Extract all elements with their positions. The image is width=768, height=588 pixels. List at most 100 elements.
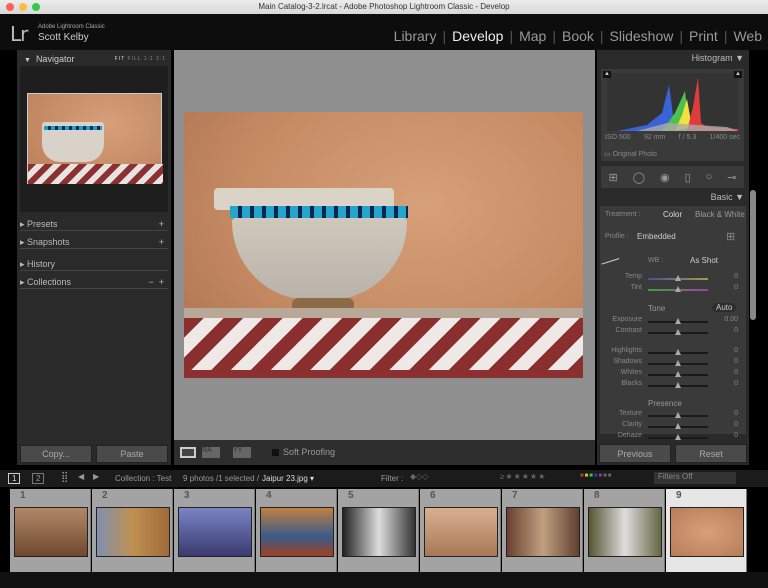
collection-add-remove-icon[interactable]: − + — [148, 275, 164, 289]
secondary-window-button[interactable]: 2 — [32, 473, 45, 484]
slider-handle[interactable] — [675, 349, 681, 355]
histogram-header[interactable]: Histogram ▼ — [596, 53, 744, 63]
thumbnail-image[interactable] — [96, 507, 170, 557]
before-after-icon[interactable]: RA — [202, 447, 220, 458]
thumbnail-image[interactable] — [342, 507, 416, 557]
filmstrip-scroll[interactable] — [0, 572, 768, 588]
navigator-preview[interactable] — [20, 66, 168, 212]
star-rating-filter[interactable]: ≥★★★★★ — [500, 472, 546, 481]
slider-track[interactable] — [648, 423, 708, 429]
thumbnail-image[interactable] — [14, 507, 88, 557]
slider-handle[interactable] — [675, 329, 681, 335]
module-print[interactable]: Print — [689, 28, 718, 44]
presets-section[interactable]: ▸ Presets + — [20, 217, 168, 231]
thumbnail-image[interactable] — [588, 507, 662, 557]
slider-value[interactable]: 0 — [708, 410, 738, 417]
close-button[interactable] — [6, 3, 14, 11]
filmstrip-cell[interactable]: 6 — [420, 489, 501, 572]
slider-value[interactable]: 0 — [708, 421, 738, 428]
crop-tool-icon[interactable]: ⊞ — [608, 171, 617, 184]
soft-proofing-checkbox[interactable] — [272, 449, 279, 456]
profile-dropdown[interactable]: Embedded — [637, 232, 676, 241]
basic-header[interactable]: Basic ▼ — [596, 192, 744, 202]
red-eye-icon[interactable]: ◉ — [660, 171, 670, 184]
thumbnail-image[interactable] — [506, 507, 580, 557]
zoom-fill[interactable]: FILL — [127, 56, 141, 62]
module-book[interactable]: Book — [562, 28, 594, 44]
minimize-button[interactable] — [19, 3, 27, 11]
slider-handle[interactable] — [675, 412, 681, 418]
module-web[interactable]: Web — [733, 28, 762, 44]
selected-filename[interactable]: Jaipur 23.jpg ▾ — [262, 474, 314, 483]
right-panel-scrollbar[interactable] — [750, 190, 756, 320]
module-develop[interactable]: Develop — [452, 28, 503, 44]
thumbnail-image[interactable] — [260, 507, 334, 557]
slider-value[interactable]: 0 — [708, 327, 738, 334]
treatment-color[interactable]: Color — [663, 210, 682, 219]
slider-whites[interactable]: Whites 0 — [600, 369, 742, 380]
spot-removal-icon[interactable]: ◯ — [633, 171, 645, 184]
zoom-button[interactable] — [32, 3, 40, 11]
collections-section[interactable]: ▸ Collections − + — [20, 275, 168, 289]
previous-button[interactable]: Previous — [599, 444, 671, 463]
auto-tone-button[interactable]: Auto — [712, 303, 737, 312]
filmstrip-cell[interactable]: 7 — [502, 489, 583, 572]
slider-handle[interactable] — [675, 360, 681, 366]
slider-value[interactable]: 0 — [708, 358, 738, 365]
back-arrow-icon[interactable]: ◀ — [78, 472, 84, 481]
slider-shadows[interactable]: Shadows 0 — [600, 358, 742, 369]
slider-track[interactable] — [648, 318, 708, 324]
slider-track[interactable] — [648, 412, 708, 418]
wb-dropdown[interactable]: As Shot — [690, 256, 718, 265]
snapshots-section[interactable]: ▸ Snapshots + — [20, 235, 168, 249]
add-snapshot-icon[interactable]: + — [159, 235, 164, 249]
navigator-header[interactable]: ▼ Navigator FIT FILL 1:1 3:1 — [18, 52, 170, 66]
history-section[interactable]: ▸ History — [20, 257, 168, 271]
filmstrip-cell[interactable]: 2 — [92, 489, 173, 572]
main-window-button[interactable]: 1 — [8, 473, 21, 484]
slider-handle[interactable] — [675, 318, 681, 324]
slider-blacks[interactable]: Blacks 0 — [600, 380, 742, 391]
slider-track[interactable] — [648, 349, 708, 355]
slider-highlights[interactable]: Highlights 0 — [600, 347, 742, 358]
slider-track[interactable] — [648, 329, 708, 335]
module-slideshow[interactable]: Slideshow — [610, 28, 674, 44]
slider-value[interactable]: 0 — [708, 369, 738, 376]
slider-value[interactable]: 0.00 — [708, 316, 738, 323]
slider-track[interactable] — [648, 434, 708, 440]
slider-value[interactable]: 0 — [708, 273, 738, 280]
slider-dehaze[interactable]: Dehaze 0 — [600, 432, 742, 443]
zoom-3-1[interactable]: 3:1 — [156, 56, 166, 62]
loupe-view-icon[interactable] — [180, 447, 196, 458]
module-library[interactable]: Library — [394, 28, 437, 44]
filmstrip-source[interactable]: Collection : Test — [115, 474, 171, 483]
treatment-black-white[interactable]: Black & White — [695, 210, 745, 219]
filmstrip-cell[interactable]: 8 — [584, 489, 665, 572]
original-photo-toggle[interactable]: ▭ Original Photo — [604, 150, 657, 158]
slider-clarity[interactable]: Clarity 0 — [600, 421, 742, 432]
highlight-clipping-icon[interactable]: ▲ — [734, 71, 742, 78]
thumbnail-image[interactable] — [670, 507, 744, 557]
before-after-split-icon[interactable]: YY — [233, 447, 251, 458]
slider-handle[interactable] — [675, 382, 681, 388]
color-label-filter[interactable]: ■■■■■■■ — [580, 473, 612, 479]
shadow-clipping-icon[interactable]: ▲ — [603, 71, 611, 78]
slider-handle[interactable] — [675, 434, 681, 440]
slider-track[interactable] — [648, 275, 708, 281]
filters-dropdown[interactable]: Filters Off — [654, 472, 736, 484]
filmstrip-cell[interactable]: 9 — [666, 489, 747, 572]
slider-handle[interactable] — [675, 423, 681, 429]
slider-value[interactable]: 0 — [708, 380, 738, 387]
slider-track[interactable] — [648, 360, 708, 366]
slider-value[interactable]: 0 — [708, 284, 738, 291]
slider-exposure[interactable]: Exposure 0.00 — [600, 316, 742, 327]
slider-handle[interactable] — [675, 371, 681, 377]
thumbnail-image[interactable] — [424, 507, 498, 557]
profile-browser-icon[interactable]: ⊞ — [726, 230, 735, 243]
slider-track[interactable] — [648, 371, 708, 377]
copy-button[interactable]: Copy... — [20, 445, 92, 463]
add-preset-icon[interactable]: + — [159, 217, 164, 231]
zoom-fit[interactable]: FIT — [115, 56, 125, 62]
module-map[interactable]: Map — [519, 28, 546, 44]
filmstrip-cell[interactable]: 3 — [174, 489, 255, 572]
